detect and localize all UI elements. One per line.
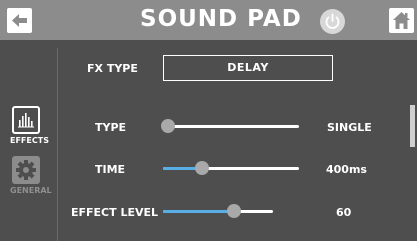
effect-level-slider-knob[interactable] [227, 204, 241, 218]
type-value: SINGLE [327, 121, 372, 134]
sidebar-item-general[interactable]: GENERAL [8, 156, 52, 206]
power-icon [325, 13, 340, 29]
back-button[interactable] [7, 8, 32, 33]
fx-type-select[interactable]: DELAY [163, 55, 333, 81]
time-slider-knob[interactable] [195, 161, 209, 175]
gear-icon [12, 156, 40, 184]
type-slider-knob[interactable] [161, 119, 175, 133]
home-icon [393, 12, 410, 29]
scrollbar[interactable] [410, 105, 415, 147]
effect-level-label: EFFECT LEVEL [71, 206, 159, 219]
arrow-left-icon [12, 14, 27, 27]
effect-level-slider[interactable] [163, 204, 273, 218]
sidebar-divider [57, 48, 58, 241]
time-label: TIME [95, 163, 126, 176]
sidebar-item-label: EFFECTS [10, 136, 49, 145]
equalizer-icon [12, 106, 40, 134]
home-button[interactable] [389, 8, 414, 33]
sidebar-item-label: GENERAL [10, 186, 52, 195]
page-title: SOUND PAD [140, 6, 302, 32]
time-value: 400ms [326, 163, 367, 176]
type-slider[interactable] [161, 119, 299, 133]
effect-level-value: 60 [336, 206, 352, 219]
power-button[interactable] [320, 9, 345, 34]
sidebar-item-effects[interactable]: EFFECTS [8, 106, 52, 156]
fx-type-label: FX TYPE [87, 62, 138, 75]
header-bar: SOUND PAD [0, 0, 417, 40]
type-label: TYPE [95, 121, 127, 134]
time-slider[interactable] [163, 161, 299, 175]
effect-level-slider-fill [163, 210, 233, 213]
